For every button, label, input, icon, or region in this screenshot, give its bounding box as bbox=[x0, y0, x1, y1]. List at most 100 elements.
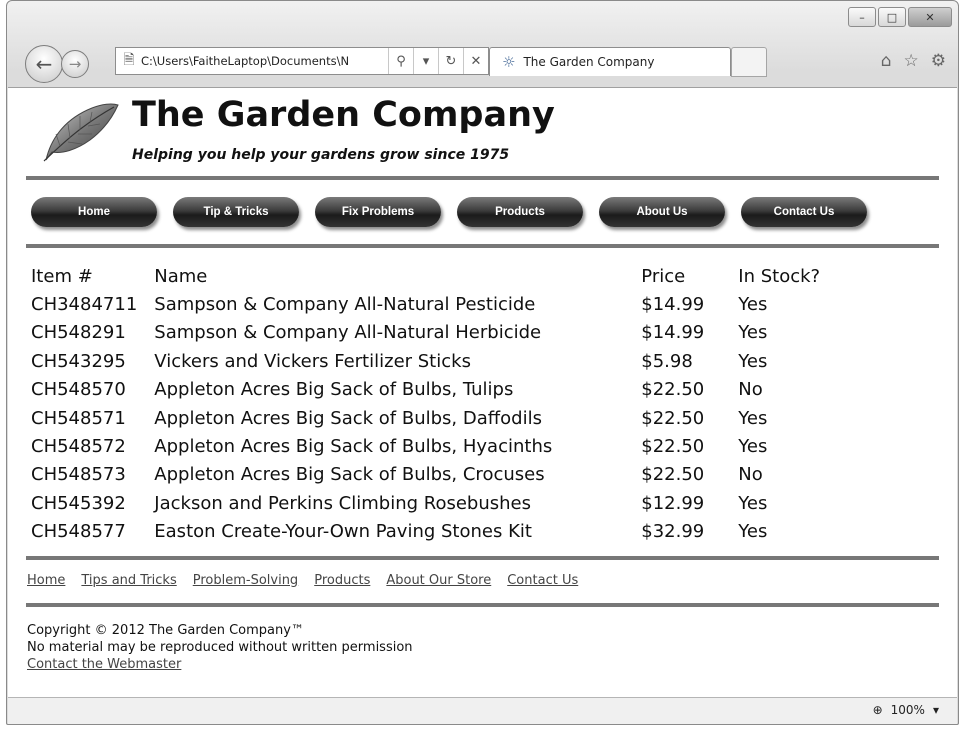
copyright-block: Copyright © 2012 The Garden Company™ No … bbox=[8, 607, 957, 673]
cell-price: $22.50 bbox=[641, 379, 705, 401]
cell-in-stock: Yes bbox=[738, 294, 768, 316]
footer-link-contact[interactable]: Contact Us bbox=[507, 573, 578, 603]
new-tab-button[interactable] bbox=[731, 47, 767, 77]
cell-item-number: CH548291 bbox=[31, 322, 126, 344]
divider bbox=[26, 244, 939, 248]
cell-name: Appleton Acres Big Sack of Bulbs, Hyacin… bbox=[154, 436, 553, 458]
menu-button-about[interactable]: About Us bbox=[599, 197, 725, 227]
cell-price: $22.50 bbox=[641, 464, 705, 486]
footer-link-products[interactable]: Products bbox=[314, 573, 370, 603]
cell-name: Sampson & Company All-Natural Pesticide bbox=[154, 294, 536, 316]
table-row: CH548291 Sampson & Company All-Natural He… bbox=[28, 319, 834, 347]
home-icon[interactable]: ⌂ bbox=[881, 51, 892, 71]
site-tagline: Helping you help your gardens grow since… bbox=[132, 147, 510, 163]
menu-button-tips[interactable]: Tip & Tricks bbox=[173, 197, 299, 227]
header-name: Name bbox=[154, 265, 208, 287]
cell-name: Appleton Acres Big Sack of Bulbs, Daffod… bbox=[154, 407, 542, 429]
ie-logo-icon: ☼ bbox=[502, 53, 516, 71]
site-title: The Garden Company bbox=[132, 95, 555, 135]
table-header-row: Item # Name Price In Stock? bbox=[28, 262, 834, 290]
window-controls: – □ ✕ bbox=[848, 7, 952, 27]
menu-button-contact[interactable]: Contact Us bbox=[741, 197, 867, 227]
cell-name: Appleton Acres Big Sack of Bulbs, Crocus… bbox=[154, 464, 545, 486]
header-item-number: Item # bbox=[31, 265, 93, 287]
cell-item-number: CH548571 bbox=[31, 407, 126, 429]
cell-in-stock: Yes bbox=[738, 521, 768, 543]
table-row: CH3484711 Sampson & Company All-Natural P… bbox=[28, 290, 834, 318]
leaf-logo-icon bbox=[43, 103, 119, 162]
cell-in-stock: No bbox=[738, 464, 763, 486]
navigation-buttons: ← → bbox=[25, 45, 89, 83]
address-tools: ⚲ ▾ ↻ ✕ bbox=[388, 48, 488, 74]
footer-link-tips[interactable]: Tips and Tricks bbox=[81, 573, 176, 603]
table-row: CH548571 Appleton Acres Big Sack of Bulbs… bbox=[28, 404, 834, 432]
address-text[interactable]: C:\Users\FaitheLaptop\Documents\N bbox=[141, 54, 367, 68]
page-content: The Garden Company Helping you help your… bbox=[8, 87, 957, 698]
cell-in-stock: Yes bbox=[738, 492, 768, 514]
settings-gear-icon[interactable]: ⚙ bbox=[931, 51, 946, 71]
cell-name: Easton Create-Your-Own Paving Stones Kit bbox=[154, 521, 532, 543]
table-row: CH548577 Easton Create-Your-Own Paving St… bbox=[28, 518, 834, 546]
table-row: CH543295 Vickers and Vickers Fertilizer S… bbox=[28, 347, 834, 375]
cell-item-number: CH548570 bbox=[31, 379, 126, 401]
cell-item-number: CH543295 bbox=[31, 350, 126, 372]
cell-price: $22.50 bbox=[641, 436, 705, 458]
footer-nav: Home Tips and Tricks Problem-Solving Pro… bbox=[8, 560, 957, 603]
menu-button-products[interactable]: Products bbox=[457, 197, 583, 227]
footer-link-home[interactable]: Home bbox=[27, 573, 65, 603]
cell-price: $14.99 bbox=[641, 294, 705, 316]
table-row: CH548573 Appleton Acres Big Sack of Bulbs… bbox=[28, 461, 834, 489]
cell-name: Vickers and Vickers Fertilizer Sticks bbox=[154, 350, 471, 372]
search-icon[interactable]: ⚲ bbox=[388, 48, 413, 74]
cell-price: $22.50 bbox=[641, 407, 705, 429]
zoom-icon: ⊕ bbox=[872, 703, 883, 717]
forward-arrow-icon[interactable]: → bbox=[61, 50, 89, 78]
menu-button-fix-problems[interactable]: Fix Problems bbox=[315, 197, 441, 227]
tab-garden-company[interactable]: ☼ The Garden Company bbox=[489, 47, 731, 76]
header-price: Price bbox=[641, 265, 686, 287]
browser-toolbar-icons: ⌂ ☆ ⚙ bbox=[881, 51, 946, 71]
footer-link-about[interactable]: About Our Store bbox=[386, 573, 491, 603]
cell-item-number: CH548577 bbox=[31, 521, 126, 543]
cell-name: Jackson and Perkins Climbing Rosebushes bbox=[154, 492, 531, 514]
menu-button-home[interactable]: Home bbox=[31, 197, 157, 227]
cell-price: $14.99 bbox=[641, 322, 705, 344]
minimize-button[interactable]: – bbox=[848, 7, 876, 27]
cell-in-stock: No bbox=[738, 379, 763, 401]
page-icon: 🗎 bbox=[123, 52, 135, 68]
copyright-line: Copyright © 2012 The Garden Company™ bbox=[27, 622, 304, 638]
header-in-stock: In Stock? bbox=[738, 265, 821, 287]
dropdown-icon[interactable]: ▾ bbox=[413, 48, 438, 74]
cell-in-stock: Yes bbox=[738, 350, 768, 372]
maximize-button[interactable]: □ bbox=[878, 7, 906, 27]
zoom-level: 100% bbox=[890, 703, 925, 717]
favorites-star-icon[interactable]: ☆ bbox=[904, 51, 919, 71]
close-button[interactable]: ✕ bbox=[908, 7, 952, 27]
table-row: CH548572 Appleton Acres Big Sack of Bulbs… bbox=[28, 432, 834, 460]
browser-window: – □ ✕ ← → 🗎 C:\Users\FaitheLaptop\Docume… bbox=[6, 0, 959, 725]
stop-icon[interactable]: ✕ bbox=[463, 48, 488, 74]
footer-link-problem-solving[interactable]: Problem-Solving bbox=[193, 573, 298, 603]
zoom-control[interactable]: ⊕ 100% ▾ bbox=[873, 703, 939, 717]
cell-price: $32.99 bbox=[641, 521, 705, 543]
cell-item-number: CH3484711 bbox=[31, 294, 138, 316]
cell-in-stock: Yes bbox=[738, 436, 768, 458]
refresh-icon[interactable]: ↻ bbox=[438, 48, 463, 74]
cell-item-number: CH545392 bbox=[31, 492, 126, 514]
site-header: The Garden Company Helping you help your… bbox=[8, 88, 957, 176]
table-row: CH548570 Appleton Acres Big Sack of Bulbs… bbox=[28, 376, 834, 404]
cell-item-number: CH548572 bbox=[31, 436, 126, 458]
cell-in-stock: Yes bbox=[738, 407, 768, 429]
cell-name: Appleton Acres Big Sack of Bulbs, Tulips bbox=[154, 379, 514, 401]
cell-in-stock: Yes bbox=[738, 322, 768, 344]
cell-price: $12.99 bbox=[641, 492, 705, 514]
back-arrow-icon[interactable]: ← bbox=[25, 45, 63, 83]
main-menu: Home Tip & Tricks Fix Problems Products … bbox=[8, 180, 957, 244]
status-bar: ⊕ 100% ▾ bbox=[8, 697, 957, 724]
webmaster-link[interactable]: Contact the Webmaster bbox=[27, 657, 181, 672]
address-bar[interactable]: 🗎 C:\Users\FaitheLaptop\Documents\N ⚲ ▾ … bbox=[115, 47, 489, 75]
zoom-dropdown-icon[interactable]: ▾ bbox=[933, 703, 939, 717]
reproduction-notice: No material may be reproduced without wr… bbox=[27, 639, 413, 655]
table-row: CH545392 Jackson and Perkins Climbing Ros… bbox=[28, 489, 834, 517]
cell-price: $5.98 bbox=[641, 350, 693, 372]
